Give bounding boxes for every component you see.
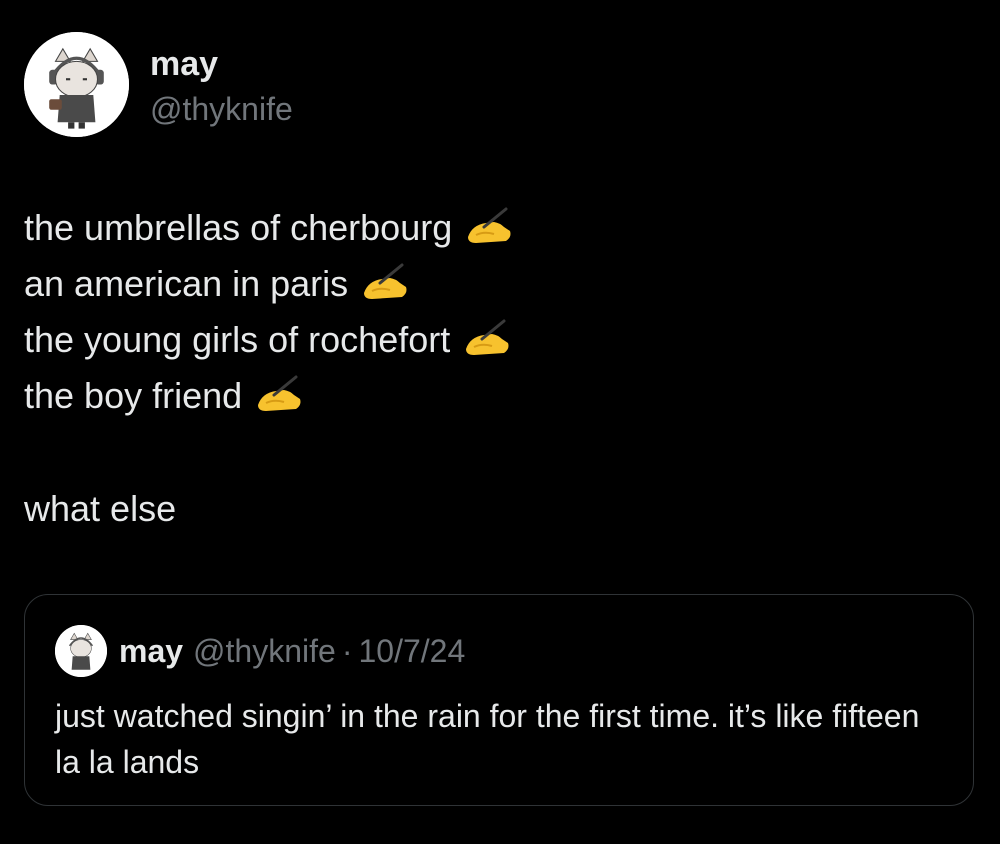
quoted-author-name[interactable]: may [119,633,183,670]
cat-with-headphones-avatar-icon [55,625,107,677]
cat-with-headphones-avatar-icon [24,32,129,137]
quoted-tweet-date[interactable]: 10/7/24 [358,633,465,670]
quoted-tweet-header: may @thyknife · 10/7/24 [55,625,465,677]
writing-hand-icon [462,319,512,361]
quoted-tweet-card[interactable]: may @thyknife · 10/7/24 just watched sin… [24,594,974,806]
author-name[interactable]: may [150,44,218,84]
tweet-line: the boy friend [24,368,974,424]
tweet-line-text: an american in paris [24,263,349,304]
tweet-line-text: the young girls of rochefort [24,319,451,360]
writing-hand-icon [360,263,410,305]
tweet-line: the umbrellas of cherbourg [24,200,974,256]
quoted-author-avatar[interactable] [55,625,107,677]
writing-hand-icon [464,207,514,249]
quoted-tweet-text: just watched singin’ in the rain for the… [55,698,920,780]
writing-hand-icon [254,375,304,417]
tweet-line: the young girls of rochefort [24,312,974,368]
author-handle[interactable]: @thyknife [150,90,293,128]
tweet-line: an american in paris [24,256,974,312]
tweet-line-text: the umbrellas of cherbourg [24,207,453,248]
tweet-closing: what else [24,488,177,529]
tweet-line-text: the boy friend [24,375,243,416]
quoted-author-handle[interactable]: @thyknife [193,633,336,670]
author-avatar[interactable] [24,32,129,137]
tweet-body: the umbrellas of cherbourg an american i… [24,200,974,537]
separator-dot: · [341,632,353,669]
